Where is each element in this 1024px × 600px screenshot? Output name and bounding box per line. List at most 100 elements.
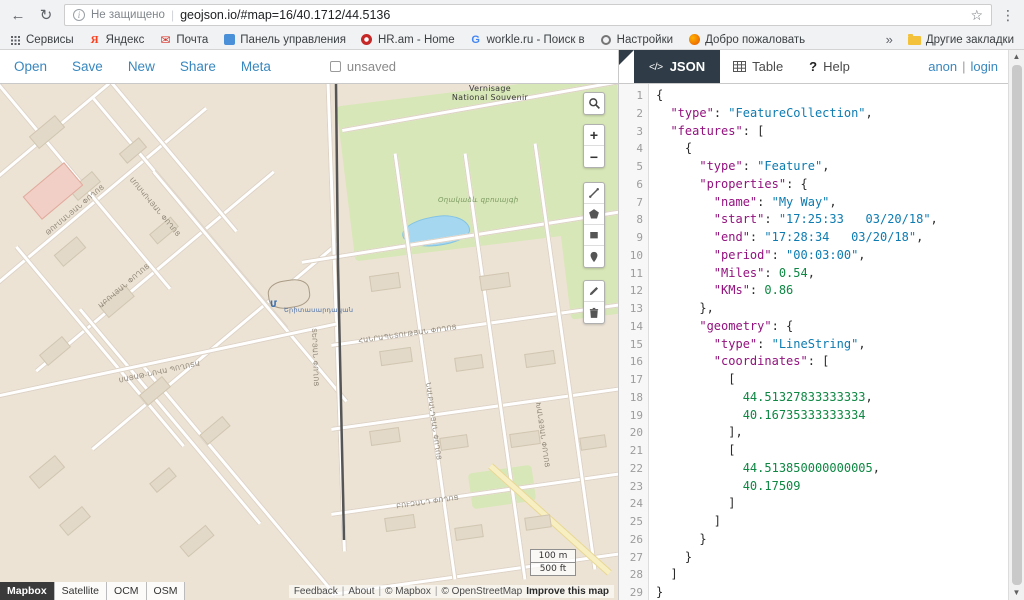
share-button[interactable]: Share (180, 59, 216, 74)
feedback-link[interactable]: Feedback (294, 586, 338, 597)
scroll-down-icon[interactable]: ▼ (1013, 586, 1021, 600)
anon-label: anon (928, 59, 957, 74)
tab-help-label: Help (823, 59, 850, 74)
bookmark-welcome[interactable]: Добро пожаловать (688, 34, 805, 46)
scroll-up-icon[interactable]: ▲ (1013, 50, 1021, 64)
bookmark-label: workle.ru - Поиск в (487, 34, 585, 46)
delete-button[interactable] (584, 302, 604, 323)
draw-polygon-button[interactable] (584, 204, 604, 225)
bookmark-yandex[interactable]: ЯЯндекс (89, 34, 145, 46)
line-number: 26 (619, 531, 643, 549)
open-button[interactable]: Open (14, 59, 47, 74)
bookmark-settings[interactable]: Настройки (600, 34, 673, 46)
line-number: 18 (619, 389, 643, 407)
draw-line-button[interactable] (584, 183, 604, 204)
zoom-out-button[interactable]: − (584, 146, 604, 167)
code-line: ] (656, 495, 1008, 513)
code-line: "start": "17:25:33 03/20/18", (656, 211, 1008, 229)
bookmark-mail[interactable]: ✉Почта (159, 34, 208, 46)
scale-metric: 100 m (530, 549, 576, 563)
line-number: 4 (619, 140, 643, 158)
search-button[interactable] (584, 93, 604, 114)
line-number: 3 (619, 123, 643, 141)
code-line: }, (656, 300, 1008, 318)
route-line[interactable] (0, 84, 618, 600)
apps-grid-icon (11, 36, 13, 38)
zoom-control: + − (583, 124, 605, 168)
code-line: 40.16735333333334 (656, 407, 1008, 425)
attribution-separator: | (378, 586, 381, 597)
draw-marker-button[interactable] (584, 246, 604, 267)
attribution-separator: | (435, 586, 438, 597)
line-number: 12 (619, 282, 643, 300)
improve-map-link[interactable]: Improve this map (526, 586, 609, 597)
mapbox-link[interactable]: © Mapbox (385, 586, 431, 597)
edit-tools (583, 280, 605, 324)
code-line: { (656, 140, 1008, 158)
tab-json[interactable]: </> JSON (634, 50, 720, 83)
panel-tabbar: </> JSON Table ? Help anon | login (619, 50, 1008, 84)
layer-osm[interactable]: OSM (147, 582, 186, 600)
bookmark-control-panel[interactable]: Панель управления (223, 34, 346, 46)
map[interactable]: Vernisage National SouvenirՕղակաձև զբոսա… (0, 84, 618, 600)
google-icon: G (470, 34, 482, 46)
line-number: 22 (619, 460, 643, 478)
scale-imperial: 500 ft (530, 563, 576, 576)
scroll-thumb[interactable] (1012, 65, 1022, 585)
code-line: "period": "00:03:00", (656, 247, 1008, 265)
layer-mapbox[interactable]: Mapbox (0, 582, 55, 600)
code-line: } (656, 584, 1008, 600)
bookmark-label: Сервисы (26, 34, 74, 46)
bookmark-label: Почта (176, 34, 208, 46)
app-frame: Open Save New Share Meta unsaved Vernisa… (0, 50, 1024, 600)
collapse-panel-icon[interactable] (619, 50, 634, 65)
code-line: "type": "LineString", (656, 336, 1008, 354)
account-separator: | (962, 59, 965, 74)
about-link[interactable]: About (348, 586, 374, 597)
account-area: anon | login (928, 50, 1008, 83)
bookmark-label: HR.am - Home (378, 34, 455, 46)
folder-icon (908, 36, 921, 45)
line-number: 9 (619, 229, 643, 247)
tab-help[interactable]: ? Help (796, 50, 863, 83)
meta-button[interactable]: Meta (241, 59, 271, 74)
line-number: 19 (619, 407, 643, 425)
save-button[interactable]: Save (72, 59, 103, 74)
editor-panel: </> JSON Table ? Help anon | login 12345… (618, 50, 1008, 600)
code-line: [ (656, 371, 1008, 389)
bookmark-label: Настройки (617, 34, 673, 46)
bookmark-label: Яндекс (106, 34, 145, 46)
back-icon[interactable]: ← (8, 7, 28, 24)
zoom-in-button[interactable]: + (584, 125, 604, 146)
bookmark-services[interactable]: Сервисы (10, 34, 74, 46)
edit-button[interactable] (584, 281, 604, 302)
draw-rectangle-button[interactable] (584, 225, 604, 246)
bookmark-hram[interactable]: HR.am - Home (361, 34, 455, 46)
line-number: 24 (619, 495, 643, 513)
login-link[interactable]: login (971, 59, 998, 74)
line-icon (588, 187, 600, 199)
tab-table[interactable]: Table (720, 50, 796, 83)
browser-menu-icon[interactable]: ⋮ (1000, 7, 1016, 24)
json-editor[interactable]: 1234567891011121314151617181920212223242… (619, 84, 1008, 600)
rectangle-icon (588, 229, 600, 241)
line-number: 8 (619, 211, 643, 229)
code-line: "features": [ (656, 123, 1008, 141)
code-line: "type": "FeatureCollection", (656, 105, 1008, 123)
marker-icon (588, 251, 600, 263)
editor-code[interactable]: { "type": "FeatureCollection", "features… (649, 84, 1008, 600)
osm-link[interactable]: © OpenStreetMap (441, 586, 522, 597)
new-button[interactable]: New (128, 59, 155, 74)
bookmarks-overflow-chevron[interactable]: » (886, 32, 893, 47)
other-bookmarks[interactable]: Другие закладки (908, 34, 1014, 46)
layer-satellite[interactable]: Satellite (55, 582, 107, 600)
code-icon: </> (649, 61, 663, 73)
address-bar[interactable]: i Не защищено | geojson.io/#map=16/40.17… (64, 4, 992, 26)
page-info-icon[interactable]: i (73, 9, 85, 21)
line-number: 13 (619, 300, 643, 318)
bookmark-star-icon[interactable]: ☆ (970, 7, 983, 24)
layer-ocm[interactable]: OCM (107, 582, 147, 600)
refresh-icon[interactable]: ↻ (36, 6, 56, 24)
gear-icon (601, 35, 611, 45)
bookmark-workle[interactable]: Gworkle.ru - Поиск в (470, 34, 585, 46)
